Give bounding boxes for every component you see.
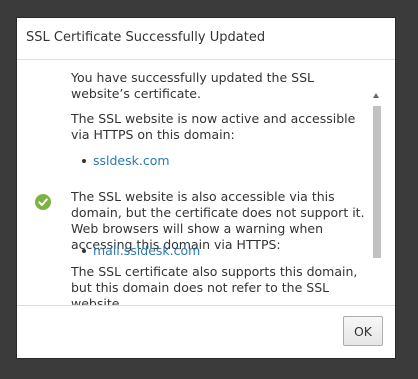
vertical-scrollbar[interactable] — [371, 89, 383, 305]
check-circle-icon — [35, 194, 51, 210]
unreferenced-domain-message: The SSL certificate also supports this d… — [71, 264, 358, 305]
domain-list-item: ssldesk.com — [82, 153, 170, 169]
dialog-header: SSL Certificate Successfully Updated — [17, 18, 395, 60]
domain-link-mail-ssldesk[interactable]: mail.ssldesk.com — [93, 243, 200, 258]
ok-button[interactable]: OK — [343, 316, 383, 346]
dialog-footer: OK — [17, 305, 395, 358]
scrollbar-thumb[interactable] — [373, 106, 381, 258]
bullet-icon — [82, 249, 86, 253]
success-message: You have successfully updated the SSL we… — [71, 70, 314, 101]
dialog-body: You have successfully updated the SSL we… — [17, 61, 395, 305]
scroll-up-arrow-icon[interactable] — [373, 93, 379, 98]
dialog-title: SSL Certificate Successfully Updated — [26, 30, 266, 45]
ssl-update-dialog: SSL Certificate Successfully Updated You… — [17, 18, 395, 358]
bullet-icon — [82, 159, 86, 163]
domain-list-item: mail.ssldesk.com — [82, 243, 200, 259]
active-domain-message: The SSL website is now active and access… — [71, 111, 356, 142]
domain-link-ssldesk[interactable]: ssldesk.com — [93, 153, 170, 168]
